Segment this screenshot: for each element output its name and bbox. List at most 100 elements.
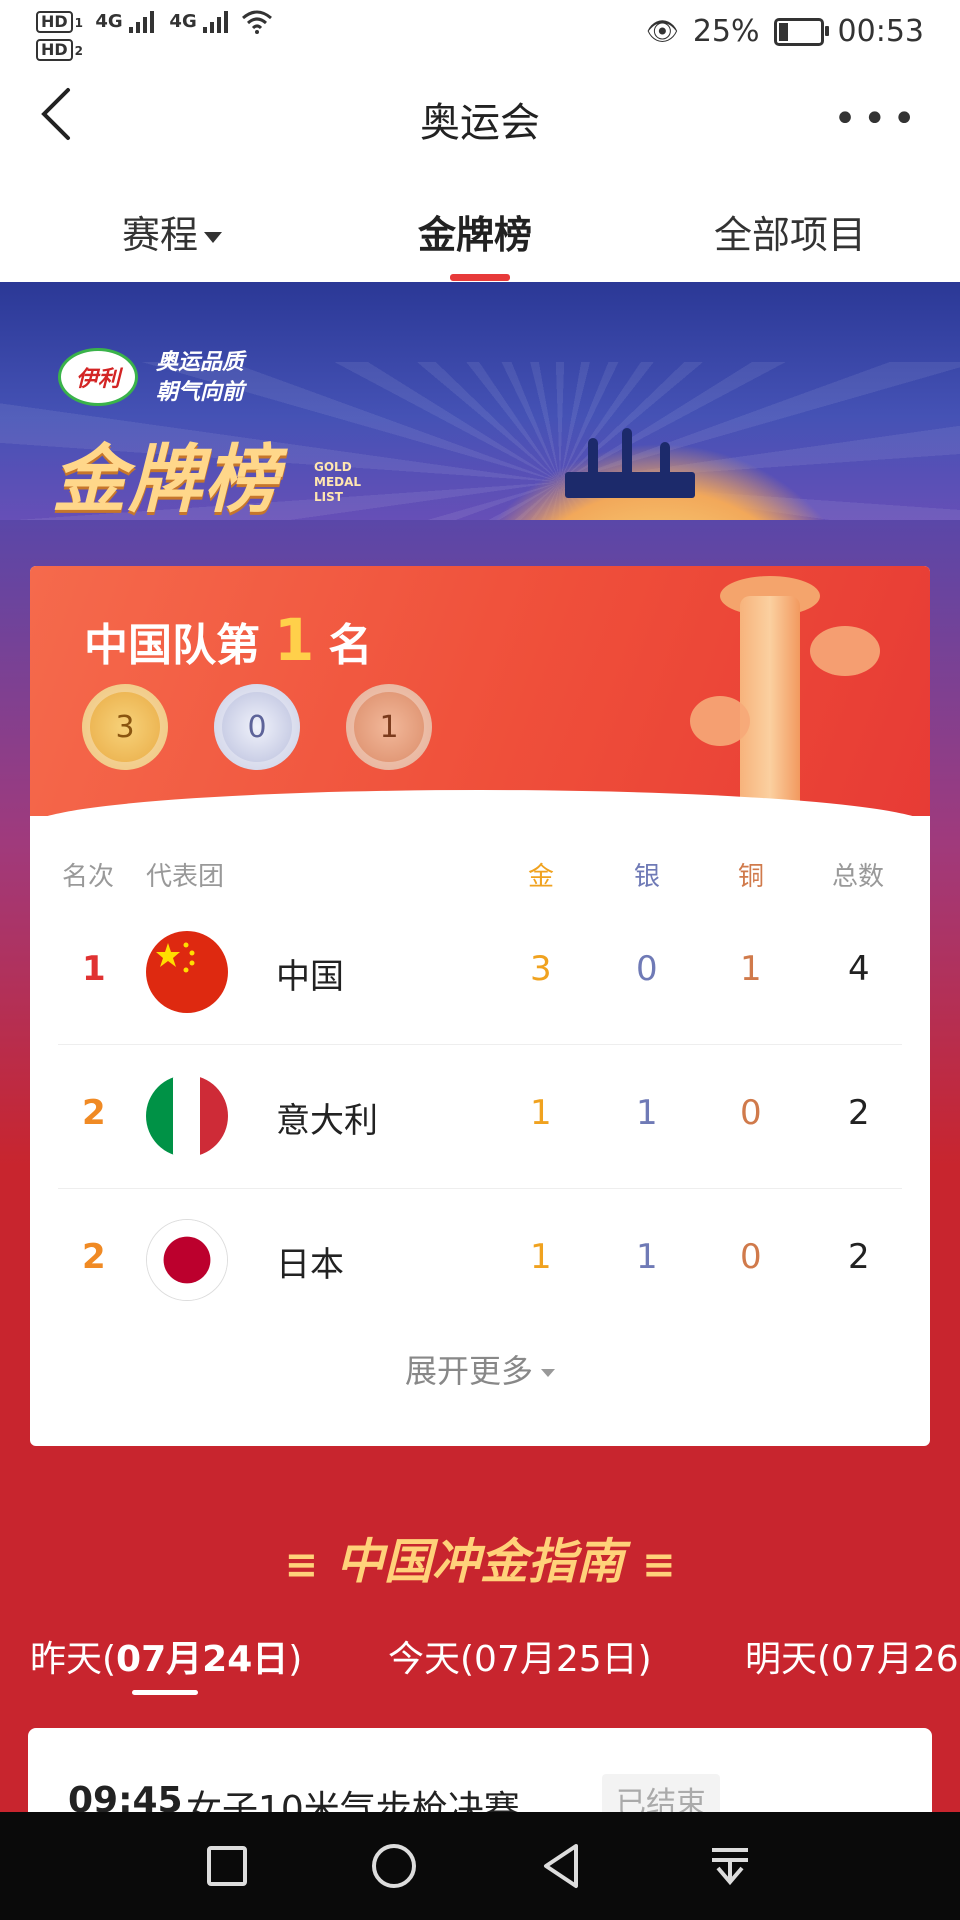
- signal-icon: [203, 10, 229, 33]
- banner-subtitle-line-1: GOLD: [314, 460, 352, 474]
- back-icon[interactable]: [538, 1842, 586, 1890]
- slogan-line-1: 奥运品质: [156, 350, 245, 375]
- table-row[interactable]: 2 日本 1 1 0 2: [58, 1189, 902, 1333]
- silver-medal-count: 0: [214, 684, 300, 770]
- row-total: 2: [848, 1093, 870, 1133]
- day-prefix: 明天(: [745, 1639, 832, 1680]
- title-decoration-icon: ≡: [284, 1542, 318, 1588]
- row-total: 2: [848, 1237, 870, 1277]
- medal-table-card: 中国队第 1 名 3 0 1 名次 代表团 金 银 铜 总数 1 中国 3 0 1 …: [30, 566, 930, 1446]
- china-summary: 中国队第 1 名 3 0 1: [30, 566, 930, 850]
- banner-subtitle: GOLD MEDAL LIST: [314, 460, 361, 505]
- recent-apps-icon[interactable]: [203, 1842, 251, 1890]
- home-icon[interactable]: [370, 1842, 418, 1890]
- tab-medal-table[interactable]: 金牌榜: [418, 204, 532, 259]
- day-suffix: ): [637, 1639, 652, 1680]
- table-header: 名次 代表团 金 银 铜 总数: [30, 856, 930, 896]
- day-suffix: ): [288, 1639, 303, 1680]
- row-silver: 1: [636, 1093, 658, 1133]
- rank-suffix: 名: [328, 620, 373, 671]
- row-bronze: 0: [740, 1093, 762, 1133]
- day-date: 07月26: [831, 1639, 959, 1680]
- guide-section-title: ≡ 中国冲金指南 ≡: [0, 1522, 960, 1592]
- podium-graphic: [565, 472, 695, 498]
- network-1-label: 4G: [95, 11, 123, 32]
- hd-badge-2: HD: [36, 38, 73, 61]
- row-gold: 3: [530, 949, 552, 989]
- network-2-label: 4G: [169, 11, 197, 32]
- athlete-figure: [622, 428, 632, 474]
- status-right: 👁 25% 00:53: [646, 14, 924, 49]
- rank-prefix: 中国队第: [84, 620, 260, 671]
- page-title: 奥运会: [420, 100, 540, 146]
- tab-bar: 赛程 金牌榜 全部项目: [0, 174, 960, 282]
- caret-down-icon: [541, 1369, 555, 1377]
- italy-flag-icon: [146, 1075, 228, 1157]
- row-rank: 2: [82, 1237, 106, 1277]
- table-row[interactable]: 1 中国 3 0 1 4: [58, 901, 902, 1045]
- header-rank: 名次: [62, 862, 115, 892]
- row-country: 中国: [276, 957, 344, 997]
- sim1-label: 1: [74, 16, 84, 30]
- row-country: 意大利: [276, 1101, 378, 1141]
- row-silver: 0: [636, 949, 658, 989]
- row-rank: 1: [82, 949, 106, 989]
- wifi-icon: [242, 10, 273, 34]
- app-header: 奥运会 •••: [0, 64, 960, 174]
- expand-more-label: 展开更多: [404, 1352, 533, 1390]
- notification-pulldown-icon[interactable]: [706, 1842, 754, 1890]
- row-rank: 2: [82, 1093, 106, 1133]
- bronze-medal-count: 1: [346, 684, 432, 770]
- header-total: 总数: [832, 862, 885, 892]
- china-rank-text: 中国队第 1 名: [84, 606, 372, 674]
- tab-schedule[interactable]: 赛程: [122, 204, 223, 259]
- slogan-line-2: 朝气向前: [156, 380, 245, 405]
- title-decoration-icon: ≡: [642, 1542, 676, 1588]
- battery-fill: [778, 22, 789, 41]
- guide-title-text: 中国冲金指南: [335, 1534, 624, 1590]
- header-bronze: 铜: [738, 862, 765, 892]
- sim2-label: 2: [74, 43, 84, 58]
- day-active-indicator: [132, 1690, 198, 1695]
- athlete-figure: [660, 442, 670, 480]
- row-country: 日本: [276, 1245, 344, 1285]
- header-silver: 银: [634, 862, 661, 892]
- day-prefix: 今天(: [388, 1639, 475, 1680]
- cloud-graphic: [690, 696, 750, 746]
- eye-icon: 👁: [645, 16, 679, 47]
- day-tab-tomorrow[interactable]: 明天(07月26: [745, 1630, 959, 1682]
- battery-percent: 25%: [692, 14, 760, 49]
- rank-number: 1: [274, 606, 315, 674]
- day-date: 07月25日: [474, 1639, 638, 1680]
- china-flag-icon: [146, 931, 228, 1013]
- athlete-figure: [588, 438, 598, 476]
- table-row[interactable]: 2 意大利 1 1 0 2: [58, 1045, 902, 1189]
- tab-all-events[interactable]: 全部项目: [714, 204, 866, 259]
- header-gold: 金: [528, 862, 555, 892]
- row-silver: 1: [636, 1237, 658, 1277]
- cloud-graphic: [810, 626, 880, 676]
- brand-logo: 伊利: [58, 348, 138, 406]
- day-selector: 昨天(07月24日) 今天(07月25日) 明天(07月26: [0, 1620, 960, 1695]
- more-dots-icon[interactable]: •••: [833, 96, 922, 142]
- row-total: 4: [848, 949, 870, 989]
- expand-more-button[interactable]: 展开更多: [30, 1346, 930, 1392]
- header-team: 代表团: [146, 862, 225, 892]
- status-bar: HD 1 4G 4G HD 2 👁 25% 00:53: [0, 0, 960, 64]
- system-nav-bar: [0, 1812, 960, 1920]
- row-bronze: 0: [740, 1237, 762, 1277]
- banner-subtitle-line-3: LIST: [314, 490, 343, 504]
- banner-title: 金牌榜: [52, 437, 280, 523]
- tab-active-indicator: [450, 274, 510, 281]
- gold-medal-count: 3: [82, 684, 168, 770]
- tab-schedule-label: 赛程: [122, 213, 199, 257]
- row-gold: 1: [530, 1237, 552, 1277]
- day-tab-yesterday[interactable]: 昨天(07月24日): [30, 1630, 302, 1682]
- clock: 00:53: [837, 14, 924, 49]
- tab-medal-table-label: 金牌榜: [418, 213, 533, 257]
- battery-icon: [773, 17, 829, 46]
- japan-flag-icon: [146, 1219, 228, 1301]
- status-left: HD 1 4G 4G HD 2: [36, 8, 273, 61]
- day-tab-today[interactable]: 今天(07月25日): [388, 1630, 652, 1682]
- row-gold: 1: [530, 1093, 552, 1133]
